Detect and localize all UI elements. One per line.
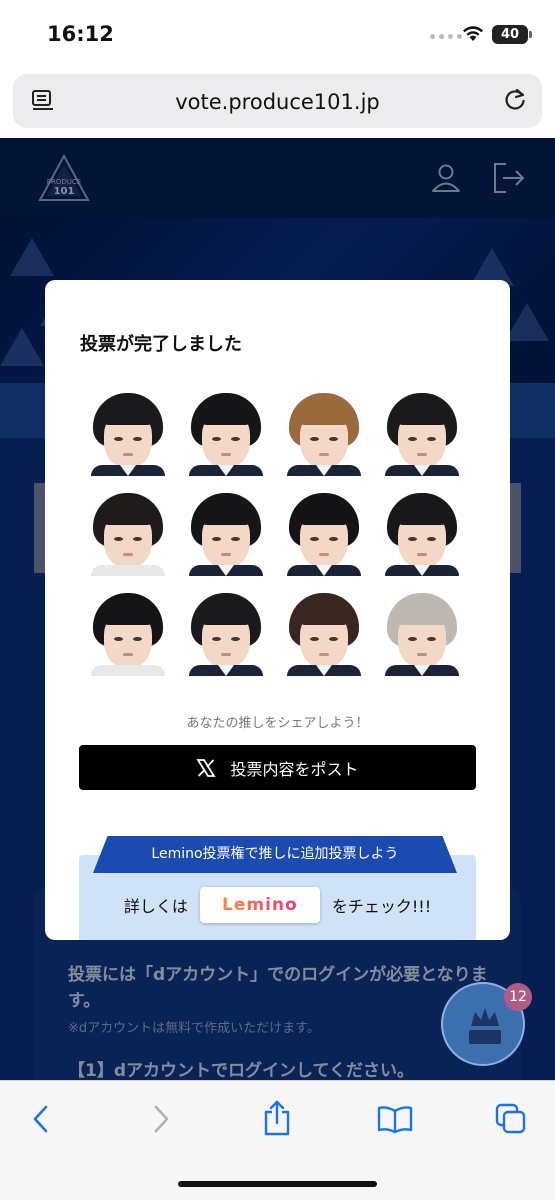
lemino-promo-banner: Lemino投票権で推しに追加投票しよう <box>93 836 457 873</box>
reload-icon[interactable] <box>502 87 528 113</box>
trainee-photo <box>185 593 267 676</box>
browser-address-area: vote.produce101.jp <box>0 66 555 138</box>
trainee-photo <box>283 593 365 676</box>
trainee-photo <box>283 493 365 576</box>
post-to-x-button[interactable]: 投票内容をポスト <box>79 745 476 790</box>
trainee-photo <box>87 493 169 576</box>
share-prompt: あなたの推しをシェアしよう！ <box>186 716 369 731</box>
trainee-photo <box>381 493 463 576</box>
check-suffix: をチェック!!! <box>331 897 432 916</box>
back-icon[interactable] <box>30 1103 52 1135</box>
lemino-logo-button[interactable]: Lemino <box>199 887 320 923</box>
trainee-photo <box>185 393 267 476</box>
lemino-check-row: 詳しくは Lemino をチェック!!! <box>79 885 476 925</box>
voted-trainees-grid <box>87 393 463 676</box>
vote-count-badge: 12 <box>504 983 532 1011</box>
post-button-label: 投票内容をポスト <box>230 759 359 779</box>
share-icon[interactable] <box>262 1099 292 1137</box>
tabs-icon[interactable] <box>495 1103 527 1135</box>
home-indicator <box>178 1181 377 1187</box>
lemino-logo-text: Lemino <box>222 895 298 915</box>
trainee-photo <box>381 593 463 676</box>
trainee-photo <box>283 393 365 476</box>
url-text[interactable]: vote.produce101.jp <box>13 90 542 114</box>
address-bar[interactable]: vote.produce101.jp <box>13 74 542 128</box>
check-prefix: 詳しくは <box>123 897 188 916</box>
vote-complete-modal: 投票が完了しました あなたの推しをシェアしよう！ 投票内容をポスト Lemino… <box>45 280 510 940</box>
wifi-icon <box>463 26 483 41</box>
forward-icon[interactable] <box>150 1103 172 1135</box>
trainee-photo <box>87 393 169 476</box>
signal-icon <box>430 34 462 39</box>
trainee-photo <box>185 493 267 576</box>
bookmarks-icon[interactable] <box>377 1105 413 1133</box>
trainee-photo <box>87 593 169 676</box>
trainee-photo <box>381 393 463 476</box>
modal-title: 投票が完了しました <box>80 334 242 355</box>
crown-vote-icon <box>469 1008 501 1044</box>
status-time: 16:12 <box>47 22 114 46</box>
status-bar: 16:12 40 <box>0 0 555 66</box>
battery-indicator: 40 <box>492 25 532 44</box>
x-logo-icon <box>196 758 217 777</box>
